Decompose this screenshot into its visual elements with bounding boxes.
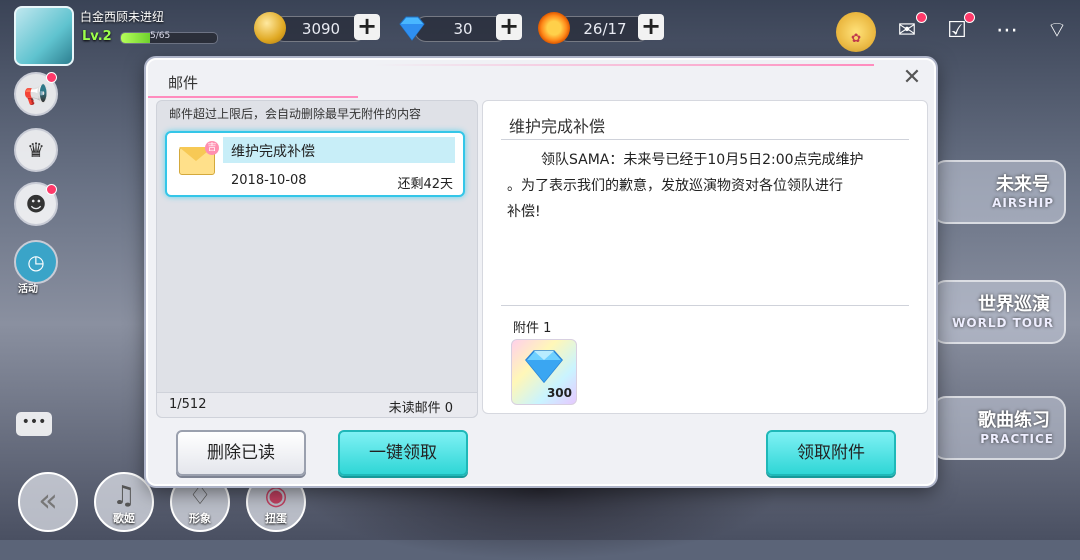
diamond-icon (525, 350, 563, 384)
mail-dialog: 邮件 ✕ 邮件超过上限后，会自动删除最早无附件的内容 吉 维护完成补偿 2018… (146, 58, 936, 486)
world-tour-subtitle: WORLD TOUR (952, 316, 1054, 330)
friend-notification-dot (46, 184, 57, 195)
mail-detail-title: 维护完成补偿 (509, 117, 606, 136)
mail-subject: 维护完成补偿 (231, 144, 315, 160)
practice-subtitle: PRACTICE (980, 432, 1054, 446)
mail-body: 领队SAMA：未来号已经于10月5日2:00点完成维护 。为了表示我们的歉意，发… (507, 147, 917, 225)
mail-body-line-2: 。为了表示我们的歉意，发放巡演物资对各位领队进行 (507, 178, 843, 194)
nav-singer-label: 歌姬 (113, 512, 135, 525)
back-icon: « (38, 481, 58, 519)
more-icon[interactable]: ⋯ (990, 14, 1024, 48)
avatar[interactable] (14, 6, 74, 66)
mail-body-line-1: 领队SAMA：未来号已经于10月5日2:00点完成维护 (541, 152, 864, 168)
delete-read-button[interactable]: 删除已读 (176, 430, 306, 476)
player-name: 白金西顾未进纽 (80, 10, 165, 24)
mail-list-panel: 邮件超过上限后，会自动删除最早无附件的内容 吉 维护完成补偿 2018-10-0… (156, 100, 478, 418)
nav-singer[interactable]: ♫ 歌姬 (94, 472, 154, 532)
header-accent-line (148, 96, 358, 98)
energy-value: 26/17 (583, 20, 627, 38)
gold-coin-icon (254, 12, 286, 44)
sun-energy-icon (538, 12, 570, 44)
mail-detail-panel: 维护完成补偿 领队SAMA：未来号已经于10月5日2:00点完成维护 。为了表示… (482, 100, 928, 414)
claim-attachment-button[interactable]: 领取附件 (766, 430, 896, 476)
mail-notification-dot (916, 12, 927, 23)
mail-body-line-3: 补偿! (507, 204, 541, 220)
gold-resource: 3090 + (254, 12, 384, 44)
detail-divider-bottom (501, 305, 909, 306)
practice-title: 歌曲练习 (978, 410, 1050, 431)
header-accent-line-right (374, 64, 874, 66)
xp-text: 5/65 (150, 31, 171, 41)
add-gold-button[interactable]: + (354, 14, 380, 40)
practice-card[interactable]: 歌曲练习 PRACTICE (932, 396, 1066, 460)
mail-badge: 吉 (205, 141, 219, 155)
mail-dialog-header: 邮件 ✕ (148, 60, 934, 98)
close-button[interactable]: ✕ (900, 66, 924, 90)
mail-remaining-days: 还剩42天 (397, 177, 453, 192)
mail-date: 2018-10-08 (231, 173, 307, 188)
mail-list-item[interactable]: 吉 维护完成补偿 2018-10-08 还剩42天 (165, 131, 465, 197)
diamond-resource: 30 + (396, 12, 526, 42)
event-badge-icon[interactable]: ✿ (836, 12, 876, 52)
chat-icon[interactable]: ••• (16, 412, 52, 436)
unread-count: 未读邮件 0 (388, 401, 453, 416)
add-energy-button[interactable]: + (638, 14, 664, 40)
back-button[interactable]: « (18, 472, 78, 532)
diamond-value: 30 (453, 20, 473, 38)
detail-divider-top (501, 139, 909, 140)
nav-gacha-label: 扭蛋 (265, 512, 287, 525)
megaphone-notification-dot (46, 72, 57, 83)
xp-bar-fill (121, 33, 150, 43)
mail-limit-note: 邮件超过上限后，会自动删除最早无附件的内容 (169, 107, 422, 121)
music-note-icon: ♫ (112, 481, 136, 511)
airship-card[interactable]: 未来号 AIRSHIP (932, 160, 1066, 224)
gold-value: 3090 (301, 20, 341, 38)
player-level: Lv.2 (82, 29, 112, 44)
world-tour-card[interactable]: 世界巡演 WORLD TOUR (932, 280, 1066, 344)
mail-pager: 1/512 (169, 397, 207, 412)
activity-label: 活动 (18, 284, 38, 295)
airship-subtitle: AIRSHIP (992, 196, 1054, 210)
checkin-notification-dot (964, 12, 975, 23)
wifi-icon: ⌔ (1046, 18, 1068, 43)
add-diamond-button[interactable]: + (496, 14, 522, 40)
mail-dialog-title: 邮件 (168, 74, 199, 92)
claim-all-button[interactable]: 一键领取 (338, 430, 468, 476)
world-tour-title: 世界巡演 (978, 294, 1050, 315)
airship-title: 未来号 (996, 174, 1050, 195)
nav-wardrobe-label: 形象 (189, 512, 211, 525)
trophy-icon[interactable]: ♛ (14, 128, 58, 172)
attachment-quantity: 300 (546, 386, 572, 400)
attachment-item[interactable]: 300 (511, 339, 577, 405)
clock-icon[interactable]: ◷ (14, 240, 58, 284)
energy-resource: 26/17 + (538, 12, 668, 44)
mail-list-footer: 1/512 未读邮件 0 (157, 392, 477, 417)
close-icon: ✕ (902, 65, 922, 90)
attachment-label: 附件 1 (513, 321, 552, 336)
diamond-icon (399, 16, 425, 41)
